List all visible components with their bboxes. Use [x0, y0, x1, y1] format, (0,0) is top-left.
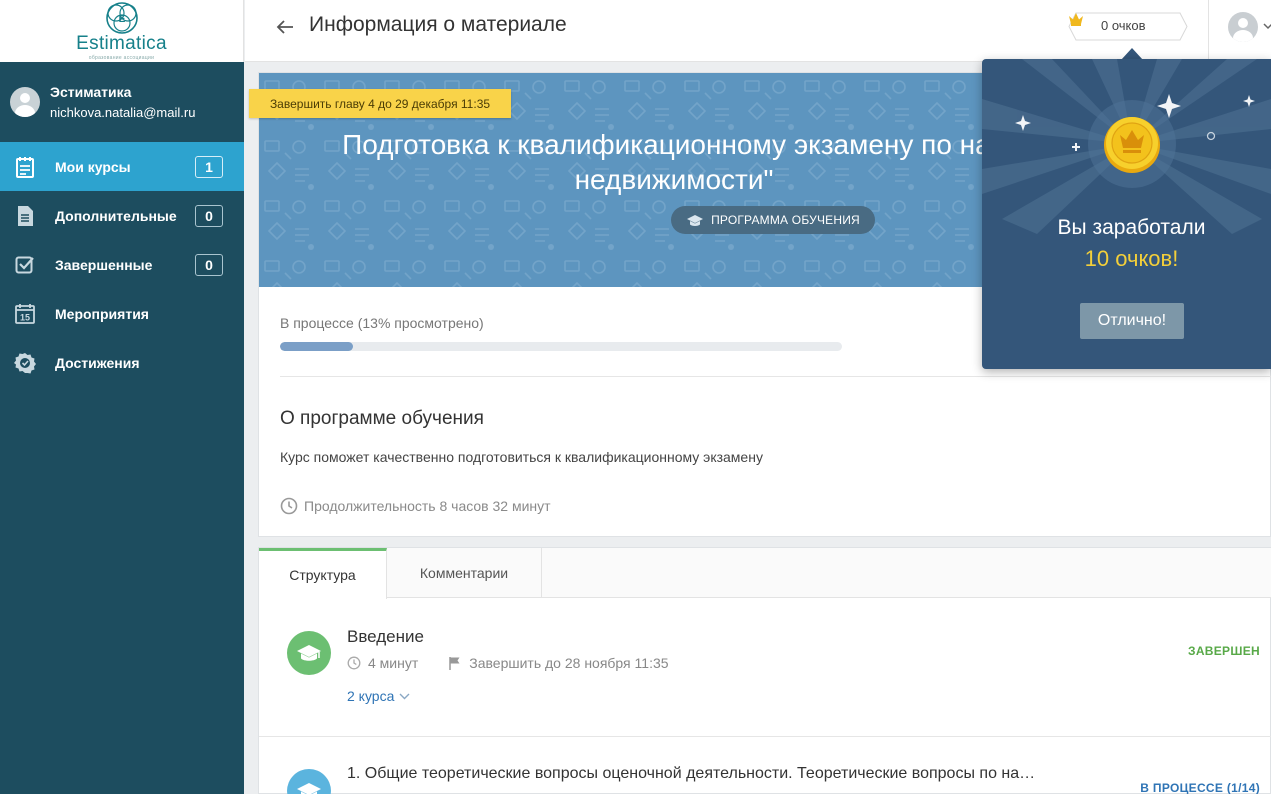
document-icon	[14, 205, 36, 227]
page-title: Информация о материале	[309, 13, 567, 36]
graduation-cap-icon	[287, 769, 331, 794]
logo-tagline: образование ассоциации	[88, 55, 155, 61]
graduation-cap-icon	[687, 214, 704, 226]
about-text: Курс поможет качественно подготовиться к…	[280, 449, 763, 465]
popup-points: 10 очков!	[1084, 246, 1179, 271]
header-avatar[interactable]	[1228, 12, 1258, 42]
chevron-down-icon	[399, 693, 410, 699]
progress-label: В процессе (13% просмотрено)	[280, 315, 484, 331]
clock-icon	[347, 656, 361, 670]
svg-text:15: 15	[20, 312, 30, 322]
svg-text:E: E	[118, 14, 125, 25]
logo[interactable]: E Estimatica образование ассоциации	[0, 0, 244, 62]
flag-icon	[449, 657, 460, 670]
sidebar: E Estimatica образование ассоциации Эсти…	[0, 0, 244, 794]
calendar-icon: 15	[14, 303, 36, 325]
clock-icon	[280, 497, 298, 515]
progress-bar	[280, 342, 842, 351]
back-arrow-icon[interactable]	[275, 17, 295, 37]
sidebar-item-label: Достижения	[55, 354, 140, 371]
sidebar-item-completed[interactable]: Завершенные 0	[0, 240, 244, 289]
popup-title: Вы заработали	[1057, 216, 1206, 239]
course-title-line1: Подготовка к квалификационному экзамену …	[342, 129, 1006, 160]
graduation-cap-icon	[287, 631, 331, 675]
divider	[280, 376, 1271, 377]
about-heading: О программе обучения	[280, 408, 484, 429]
sidebar-item-label: Мероприятия	[55, 305, 149, 322]
sidebar-item-label: Дополнительные	[55, 207, 177, 224]
duration-text: Продолжительность 8 часов 32 минут	[304, 498, 551, 514]
courses-icon	[14, 156, 36, 178]
user-name: Эстиматика	[50, 84, 132, 100]
sidebar-item-additional[interactable]: Дополнительные 0	[0, 191, 244, 240]
status-badge: ЗАВЕРШЕН	[1188, 644, 1260, 658]
logo-text: Estimatica	[76, 33, 167, 54]
course-title-line2: недвижимости"	[574, 164, 774, 195]
expand-courses-label: 2 курса	[347, 688, 395, 704]
sidebar-item-achievements[interactable]: Достижения	[0, 338, 244, 387]
count-badge: 0	[195, 253, 223, 276]
logo-icon: E	[105, 2, 138, 34]
badge-icon	[14, 352, 36, 374]
structure-card: Структура Комментарии Введение 4 минут З…	[258, 547, 1271, 794]
user-email: nichkova.natalia@mail.ru	[50, 105, 196, 120]
status-badge: В ПРОЦЕССЕ (1/14)	[1140, 781, 1260, 794]
sidebar-item-label: Завершенные	[55, 256, 153, 273]
tab-structure[interactable]: Структура	[259, 548, 387, 599]
sidebar-item-label: Мои курсы	[55, 158, 131, 175]
checkbox-icon	[14, 254, 36, 276]
crown-icon	[1069, 13, 1083, 26]
count-badge: 1	[195, 155, 223, 178]
points-text: 0 очков	[1101, 18, 1146, 33]
module-title: 1. Общие теоретические вопросы оценочной…	[347, 765, 1036, 782]
course-title: Подготовка к квалификационному экзамену …	[259, 127, 1089, 197]
deadline-badge: Завершить главу 4 до 29 декабря 11:35	[249, 89, 511, 118]
points-earned-popup: Вы заработали 10 очков! Отлично!	[982, 59, 1271, 369]
count-badge: 0	[195, 204, 223, 227]
module-duration: 4 минут	[368, 655, 419, 671]
header-divider	[1208, 0, 1209, 62]
user-profile[interactable]: Эстиматика nichkova.natalia@mail.ru	[0, 62, 244, 142]
program-type-label: ПРОГРАММА ОБУЧЕНИЯ	[711, 213, 860, 227]
module-meta: 4 минут Завершить до 28 ноября 11:35	[347, 655, 669, 671]
tab-comments[interactable]: Комментарии	[387, 548, 542, 598]
tabs: Структура Комментарии	[259, 548, 1271, 599]
points-counter[interactable]: 0 очков	[1068, 12, 1188, 41]
chevron-down-icon[interactable]	[1263, 22, 1271, 30]
module-item[interactable]: Введение 4 минут Завершить до 28 ноября …	[259, 598, 1271, 736]
module-title: Введение	[347, 627, 424, 646]
module-deadline: Завершить до 28 ноября 11:35	[469, 655, 669, 671]
ok-button[interactable]: Отлично!	[1080, 303, 1184, 339]
duration-info: Продолжительность 8 часов 32 минут	[280, 497, 551, 515]
top-header: Информация о материале 0 очков	[245, 0, 1271, 62]
sidebar-item-my-courses[interactable]: Мои курсы 1	[0, 142, 244, 191]
sidebar-item-events[interactable]: 15 Мероприятия	[0, 289, 244, 338]
avatar	[10, 87, 40, 117]
expand-courses-link[interactable]: 2 курса	[347, 688, 410, 704]
coin-icon	[1104, 117, 1160, 173]
progress-fill	[280, 342, 354, 351]
program-type-badge: ПРОГРАММА ОБУЧЕНИЯ	[671, 206, 875, 234]
module-item[interactable]: 1. Общие теоретические вопросы оценочной…	[259, 737, 1271, 794]
